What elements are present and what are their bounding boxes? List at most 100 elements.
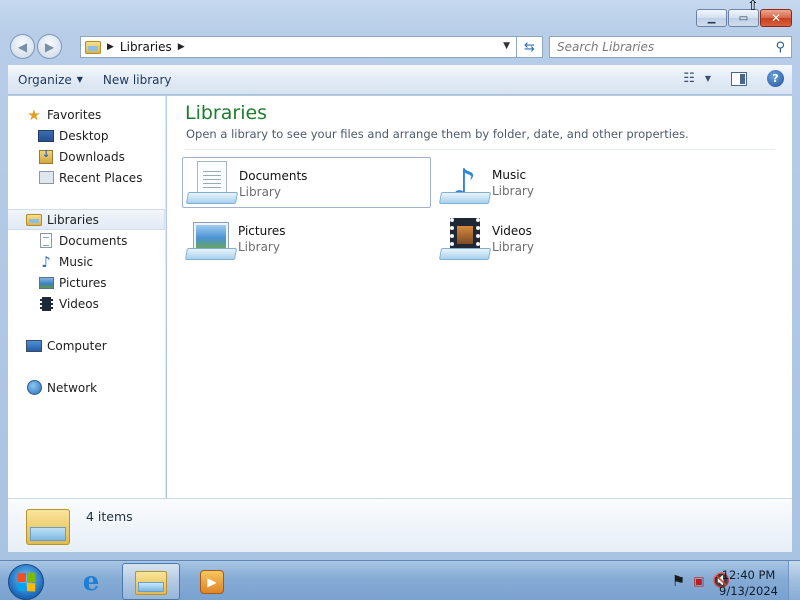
minimize-icon: ▁ — [707, 12, 716, 24]
chevron-down-icon[interactable]: ▼ — [705, 74, 711, 83]
pictures-library-icon — [184, 216, 238, 262]
nav-network-label: Network — [47, 380, 98, 395]
pictures-icon — [38, 276, 54, 289]
page-title: Libraries — [185, 102, 268, 124]
navigation-pane: ★ Favorites Desktop Downloads Recent Pla… — [8, 96, 166, 498]
library-type: Library — [239, 185, 281, 199]
new-library-label: New library — [102, 72, 172, 87]
breadcrumb-chevron-icon[interactable]: ▶ — [107, 42, 114, 52]
item-count: 4 items — [86, 509, 133, 524]
computer-icon — [26, 339, 42, 352]
nav-downloads-label: Downloads — [59, 149, 125, 164]
library-tile-pictures[interactable]: Pictures Library — [182, 213, 431, 264]
library-type: Library — [238, 240, 280, 254]
nav-documents-label: Documents — [59, 233, 128, 248]
nav-music-label: Music — [59, 254, 94, 269]
libraries-folder-icon — [85, 40, 101, 54]
address-bar[interactable]: ▶ Libraries ▶ ▼ — [80, 36, 517, 58]
page-subtitle: Open a library to see your files and arr… — [186, 127, 689, 141]
nav-libraries[interactable]: Libraries — [8, 209, 165, 230]
videos-film-icon — [39, 296, 53, 311]
clock-date: 9/13/2024 — [719, 584, 778, 598]
chevron-down-icon: ▼ — [76, 75, 83, 84]
back-button[interactable]: ◀ — [10, 34, 35, 59]
music-note-icon: ♪ — [41, 252, 51, 271]
organize-label: Organize — [18, 72, 72, 87]
search-icon[interactable]: ⚲ — [775, 40, 785, 55]
nav-network[interactable]: Network — [26, 377, 183, 398]
search-input[interactable] — [557, 40, 767, 54]
documents-icon — [40, 233, 52, 248]
taskbar-media-player[interactable]: ▶ — [183, 563, 241, 600]
media-player-icon: ▶ — [200, 569, 224, 594]
explorer-window: ▁ ▭ ✕ ⇧ ◀ ▶ ▶ Libraries ▶ ▼ ⇆ ⚲ Organize… — [0, 0, 800, 560]
system-clock[interactable]: 12:40 PM 9/13/2024 — [719, 567, 778, 599]
refresh-icon: ⇆ — [524, 39, 535, 55]
views-icon: ☷ — [683, 71, 695, 86]
details-pane: 4 items — [8, 498, 792, 552]
minimize-button[interactable]: ▁ — [696, 9, 727, 27]
close-icon: ✕ — [770, 11, 782, 25]
network-globe-icon — [26, 380, 42, 395]
taskbar-internet-explorer[interactable]: e — [62, 563, 120, 600]
refresh-button[interactable]: ⇆ — [517, 36, 543, 58]
nav-favorites-label: Favorites — [47, 107, 102, 122]
nav-pictures-label: Pictures — [59, 275, 107, 290]
breadcrumb-libraries[interactable]: Libraries — [120, 40, 172, 54]
forward-button[interactable]: ▶ — [37, 34, 62, 59]
nav-favorites[interactable]: ★ Favorites — [26, 104, 183, 125]
music-library-icon: ♪ — [438, 160, 492, 206]
library-tile-documents[interactable]: Documents Library — [182, 157, 431, 208]
search-box[interactable]: ⚲ — [549, 36, 792, 58]
address-history-dropdown-icon[interactable]: ▼ — [503, 41, 510, 51]
content-pane: Libraries Open a library to see your fil… — [167, 96, 792, 498]
library-type: Library — [492, 184, 534, 198]
taskbar-windows-explorer[interactable] — [122, 563, 180, 600]
start-button[interactable] — [8, 564, 44, 600]
nav-recent-places-label: Recent Places — [59, 170, 143, 185]
desktop-icon — [38, 129, 54, 142]
command-bar: Organize ▼ New library ☷ ▼ ? — [8, 65, 792, 95]
nav-videos-label: Videos — [59, 296, 99, 311]
forward-arrow-icon: ▶ — [44, 39, 55, 54]
nav-computer[interactable]: Computer — [26, 335, 183, 356]
preview-pane-button[interactable] — [731, 71, 747, 86]
library-name: Videos — [492, 224, 532, 238]
show-desktop-button[interactable] — [788, 561, 800, 600]
favorites-star-icon: ★ — [27, 105, 41, 124]
action-center-flag-icon[interactable]: ⚑ — [672, 572, 685, 590]
help-icon: ? — [772, 72, 779, 85]
view-controls: ☷ ▼ ? — [683, 70, 784, 87]
internet-explorer-icon: e — [82, 566, 100, 597]
header-divider — [185, 149, 775, 150]
organize-menu[interactable]: Organize ▼ — [8, 65, 93, 94]
documents-library-icon — [185, 160, 239, 206]
new-library-button[interactable]: New library — [93, 65, 182, 94]
breadcrumb-chevron-icon[interactable]: ▶ — [178, 42, 185, 52]
nav-desktop-label: Desktop — [59, 128, 109, 143]
library-tile-videos[interactable]: Videos Library — [436, 213, 685, 264]
library-name: Documents — [239, 169, 308, 183]
close-button[interactable]: ✕ — [760, 9, 792, 27]
windows-logo-icon — [17, 572, 36, 592]
library-name: Music — [492, 168, 527, 182]
maximize-icon: ▭ — [738, 12, 749, 24]
libraries-icon — [26, 213, 42, 226]
address-row: ◀ ▶ ▶ Libraries ▶ ▼ ⇆ ⚲ — [8, 32, 792, 60]
library-tile-music[interactable]: ♪ Music Library — [436, 157, 685, 208]
nav-computer-label: Computer — [47, 338, 107, 353]
library-name: Pictures — [238, 224, 286, 238]
library-type: Library — [492, 240, 534, 254]
help-button[interactable]: ? — [767, 70, 784, 87]
windows-explorer-icon — [135, 569, 167, 595]
taskbar: e ▶ ⚑ ▣ 🔇 12:40 PM 9/13/2024 — [0, 560, 800, 600]
videos-library-icon — [438, 216, 492, 262]
change-view-button[interactable]: ☷ ▼ — [683, 71, 711, 86]
libraries-folder-icon — [26, 505, 70, 547]
mouse-pointer-icon: ⇧ — [747, 0, 759, 14]
network-disconnected-icon[interactable]: ▣ — [693, 574, 704, 588]
window-caption-buttons: ▁ ▭ ✕ — [696, 9, 792, 27]
recent-places-icon — [38, 171, 54, 184]
nav-libraries-label: Libraries — [47, 212, 99, 227]
clock-time: 12:40 PM — [721, 568, 776, 582]
